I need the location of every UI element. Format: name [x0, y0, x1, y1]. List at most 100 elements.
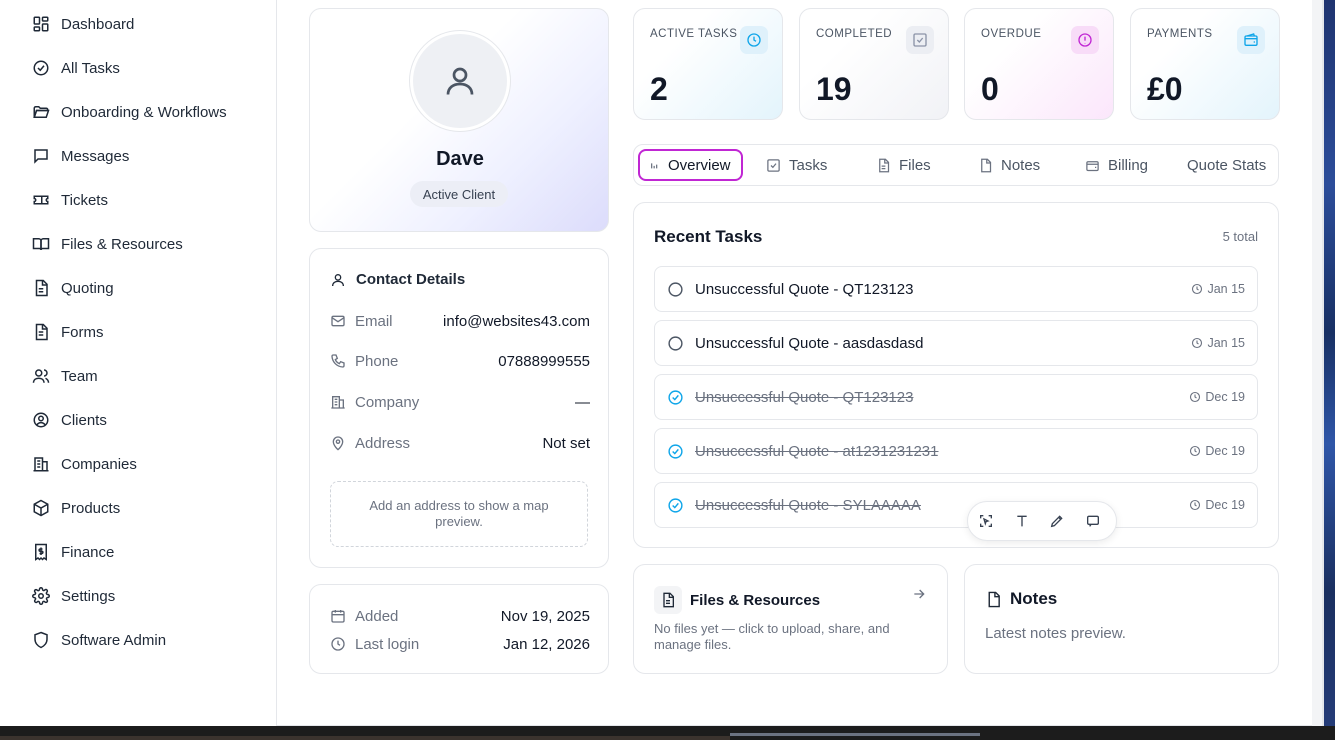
stat-value: £0 — [1147, 71, 1183, 107]
select-icon[interactable] — [978, 513, 996, 531]
sidebar-item-label: Dashboard — [61, 15, 135, 33]
clock-icon — [740, 26, 768, 54]
profile-card: Dave Active Client — [309, 8, 609, 232]
stat-card-active-tasks[interactable]: ACTIVE TASKS 2 — [633, 8, 783, 120]
task-date-text: Dec 19 — [1205, 498, 1245, 512]
email-value[interactable]: info@websites43.com — [443, 313, 590, 330]
tab-quote-stats[interactable]: Quote Stats — [1187, 149, 1266, 181]
sidebar-item-clients[interactable]: Clients — [32, 408, 107, 432]
files-resources-card[interactable]: Files & Resources No files yet — click t… — [633, 564, 948, 674]
contact-row-phone: Phone 07888999555 — [330, 350, 590, 372]
files-card-title: Files & Resources — [690, 592, 821, 609]
sidebar-item-label: Tickets — [61, 191, 108, 209]
sidebar-item-tickets[interactable]: Tickets — [32, 188, 108, 212]
sidebar-item-finance[interactable]: Finance — [32, 540, 114, 564]
sidebar-item-products[interactable]: Products — [32, 496, 120, 520]
recent-tasks-title: Recent Tasks — [654, 227, 763, 246]
contact-details-title: Contact Details — [356, 271, 466, 288]
circle-icon[interactable] — [667, 281, 684, 298]
floating-toolbar — [967, 501, 1117, 541]
tab-files[interactable]: Files — [876, 149, 931, 181]
tab-bar: Overview Tasks Files Notes Billing Quote… — [633, 144, 1279, 186]
text-icon[interactable] — [1014, 513, 1032, 531]
tab-label: Notes — [1001, 156, 1041, 174]
file-form-icon — [32, 323, 50, 341]
notes-card-title: Notes — [1010, 589, 1058, 608]
window-edge — [1322, 0, 1324, 740]
pencil-icon[interactable] — [1049, 513, 1067, 531]
tab-billing[interactable]: Billing — [1085, 149, 1148, 181]
sidebar-item-messages[interactable]: Messages — [32, 144, 129, 168]
sidebar-item-companies[interactable]: Companies — [32, 452, 137, 476]
avatar — [410, 31, 510, 131]
notes-card-description: Latest notes preview. — [985, 625, 1126, 642]
sidebar-item-settings[interactable]: Settings — [32, 584, 115, 608]
circle-icon[interactable] — [667, 335, 684, 352]
check-circle-icon[interactable] — [667, 497, 684, 514]
stat-value: 2 — [650, 71, 668, 107]
task-row[interactable]: Unsuccessful Quote - aasdasdasd Jan 15 — [654, 320, 1258, 366]
check-circle-icon — [32, 59, 50, 77]
sidebar-item-label: Quoting — [61, 279, 114, 297]
meta-row-last-login: Last login Jan 12, 2026 — [330, 633, 590, 655]
clock-icon — [1189, 391, 1201, 403]
sidebar-item-all-tasks[interactable]: All Tasks — [32, 56, 120, 80]
mail-icon — [330, 313, 346, 329]
contact-label: Email — [355, 312, 393, 330]
tab-tasks[interactable]: Tasks — [766, 149, 827, 181]
task-row[interactable]: Unsuccessful Quote - SYLAAAAA Dec 19 — [654, 482, 1258, 528]
alert-circle-icon — [1071, 26, 1099, 54]
tab-notes[interactable]: Notes — [978, 149, 1040, 181]
building-icon — [330, 394, 346, 410]
clock-icon — [1189, 499, 1201, 511]
user-icon — [446, 67, 474, 95]
clock-icon — [330, 636, 346, 652]
taskbar-scrollbar[interactable] — [730, 733, 980, 736]
task-row[interactable]: Unsuccessful Quote - QT123123 Dec 19 — [654, 374, 1258, 420]
notes-card[interactable]: Notes Latest notes preview. — [964, 564, 1279, 674]
receipt-icon — [32, 543, 50, 561]
task-row[interactable]: Unsuccessful Quote - at1231231231 Dec 19 — [654, 428, 1258, 474]
file-text-icon — [654, 586, 682, 614]
stat-card-payments[interactable]: PAYMENTS £0 — [1130, 8, 1280, 120]
sidebar-item-label: Team — [61, 367, 98, 385]
task-row[interactable]: Unsuccessful Quote - QT123123 Jan 15 — [654, 266, 1258, 312]
task-date: Jan 15 — [1191, 336, 1245, 350]
wallet-icon — [1237, 26, 1265, 54]
user-circle-icon — [32, 411, 50, 429]
sidebar-item-dashboard[interactable]: Dashboard — [32, 12, 134, 36]
sidebar-item-label: Onboarding & Workflows — [61, 103, 227, 121]
arrow-right-icon[interactable] — [911, 586, 927, 602]
sidebar-item-software-admin[interactable]: Software Admin — [32, 628, 166, 652]
stat-value: 0 — [981, 71, 999, 107]
stat-card-overdue[interactable]: OVERDUE 0 — [964, 8, 1114, 120]
task-date: Dec 19 — [1189, 444, 1245, 458]
contact-label: Phone — [355, 352, 399, 370]
file-icon — [985, 591, 1002, 608]
file-text-icon — [876, 158, 891, 173]
recent-tasks-count: 5 total — [1222, 229, 1258, 244]
sidebar-item-label: All Tasks — [61, 59, 120, 77]
sidebar-item-forms[interactable]: Forms — [32, 320, 104, 344]
sidebar-item-quoting[interactable]: Quoting — [32, 276, 114, 300]
phone-value[interactable]: 07888999555 — [498, 353, 590, 370]
sidebar-item-team[interactable]: Team — [32, 364, 98, 388]
comment-icon[interactable] — [1085, 513, 1103, 531]
map-pin-icon — [330, 435, 346, 451]
wallet-icon — [1085, 158, 1100, 173]
sidebar-item-onboarding[interactable]: Onboarding & Workflows — [32, 100, 227, 124]
tab-overview[interactable]: Overview — [638, 149, 743, 181]
check-circle-icon[interactable] — [667, 443, 684, 460]
app-window: Dashboard All Tasks Onboarding & Workflo… — [0, 0, 1312, 726]
calendar-icon — [330, 608, 346, 624]
sidebar-item-label: Settings — [61, 587, 116, 605]
stat-card-completed[interactable]: COMPLETED 19 — [799, 8, 949, 120]
users-icon — [32, 367, 50, 385]
clock-icon — [1191, 283, 1203, 295]
message-square-icon — [32, 147, 50, 165]
files-card-description: No files yet — click to upload, share, a… — [654, 621, 890, 652]
sidebar-item-files-resources[interactable]: Files & Resources — [32, 232, 183, 256]
taskbar-background — [0, 736, 730, 740]
task-name: Unsuccessful Quote - SYLAAAAA — [695, 496, 921, 514]
check-circle-icon[interactable] — [667, 389, 684, 406]
